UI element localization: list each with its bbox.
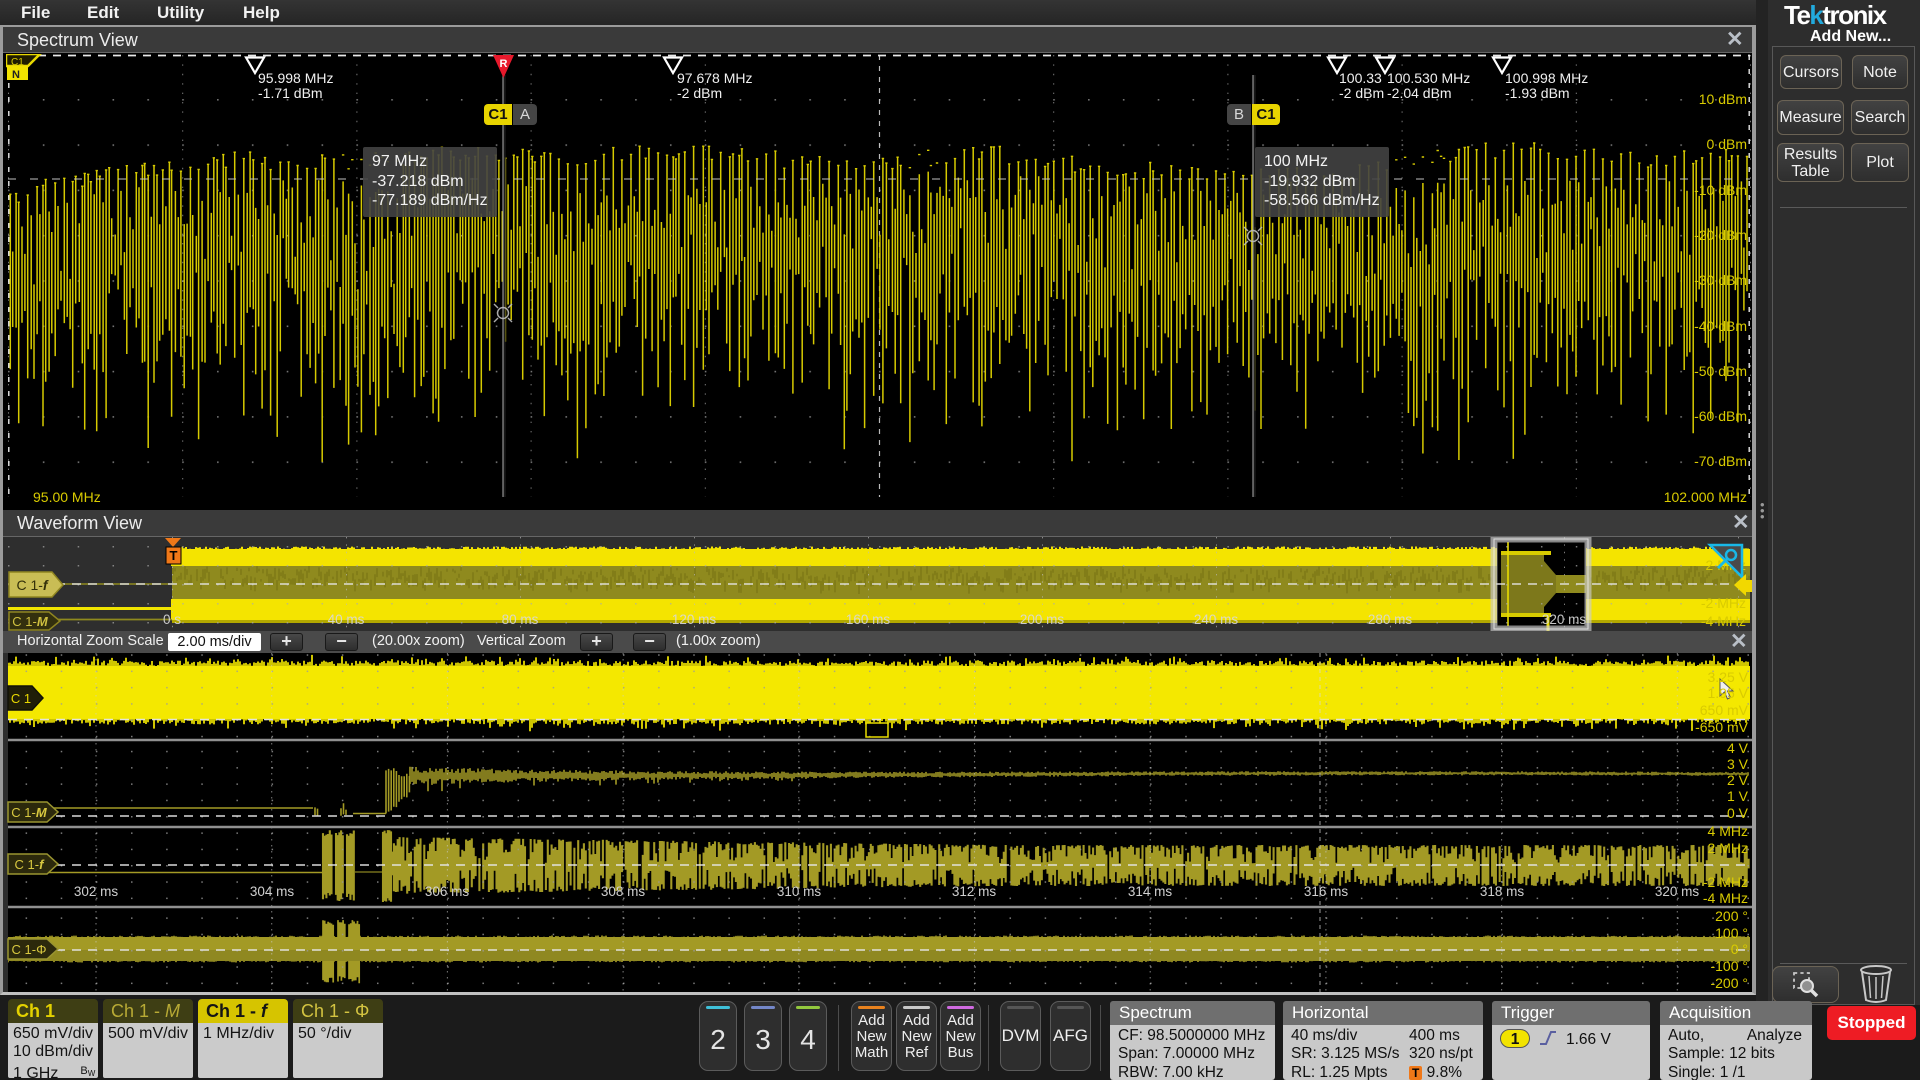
svg-text:C 1: C 1: [11, 691, 31, 706]
svg-text:0 s: 0 s: [163, 612, 181, 627]
svg-text:302 ms: 302 ms: [74, 884, 119, 899]
svg-text:1.95 V: 1.95 V: [1708, 685, 1749, 701]
svg-text:240 ms: 240 ms: [1194, 612, 1239, 627]
svg-text:40 ms: 40 ms: [328, 612, 365, 627]
svg-text:-2 MHz: -2 MHz: [1703, 874, 1748, 890]
svg-text:0 V: 0 V: [1727, 805, 1749, 821]
svg-text:2 MHz: 2 MHz: [1708, 840, 1748, 856]
svg-text:-200 °: -200 °: [1710, 975, 1748, 991]
svg-text:-2 MHz: -2 MHz: [1701, 595, 1746, 611]
svg-text:C 1-f: C 1-f: [15, 857, 46, 872]
svg-text:3.25 V: 3.25 V: [1708, 669, 1749, 685]
svg-text:-100 °: -100 °: [1710, 958, 1748, 974]
svg-text:306 ms: 306 ms: [425, 884, 470, 899]
svg-text:2 V: 2 V: [1727, 772, 1749, 788]
svg-text:316 ms: 316 ms: [1304, 884, 1349, 899]
svg-text:320 ms: 320 ms: [1542, 612, 1587, 627]
svg-text:C 1-f: C 1-f: [16, 577, 48, 593]
svg-text:314 ms: 314 ms: [1128, 884, 1173, 899]
svg-text:-4 MHz: -4 MHz: [1701, 613, 1746, 629]
svg-text:160 ms: 160 ms: [846, 612, 891, 627]
svg-text:310 ms: 310 ms: [777, 884, 822, 899]
svg-text:308 ms: 308 ms: [601, 884, 646, 899]
svg-text:200 ms: 200 ms: [1020, 612, 1065, 627]
svg-text:1 V: 1 V: [1727, 788, 1749, 804]
svg-text:100 °: 100 °: [1715, 925, 1748, 941]
svg-text:280 ms: 280 ms: [1368, 612, 1413, 627]
svg-text:312 ms: 312 ms: [952, 884, 997, 899]
svg-text:304 ms: 304 ms: [250, 884, 295, 899]
svg-text:120 ms: 120 ms: [672, 612, 717, 627]
svg-text:80 ms: 80 ms: [502, 612, 539, 627]
svg-text:4 MHz: 4 MHz: [1708, 823, 1748, 839]
svg-text:C 1-M: C 1-M: [12, 614, 49, 629]
svg-text:0 °: 0 °: [1731, 941, 1748, 957]
svg-text:N: N: [12, 69, 20, 81]
svg-text:C 1-M: C 1-M: [11, 805, 48, 820]
svg-text:650 mV: 650 mV: [1700, 702, 1749, 718]
svg-text:-4 MHz: -4 MHz: [1703, 890, 1748, 906]
svg-text:200 °: 200 °: [1715, 908, 1748, 924]
svg-text:4 V: 4 V: [1727, 740, 1749, 756]
svg-text:C1: C1: [11, 57, 24, 68]
svg-text:318 ms: 318 ms: [1480, 884, 1525, 899]
svg-text:-650 mV: -650 mV: [1695, 719, 1749, 735]
svg-text:T: T: [170, 548, 178, 563]
svg-text:C 1-Φ: C 1-Φ: [12, 942, 47, 957]
svg-text:320 ms: 320 ms: [1655, 884, 1700, 899]
svg-text:3 V: 3 V: [1727, 756, 1749, 772]
svg-text:R: R: [500, 58, 508, 70]
